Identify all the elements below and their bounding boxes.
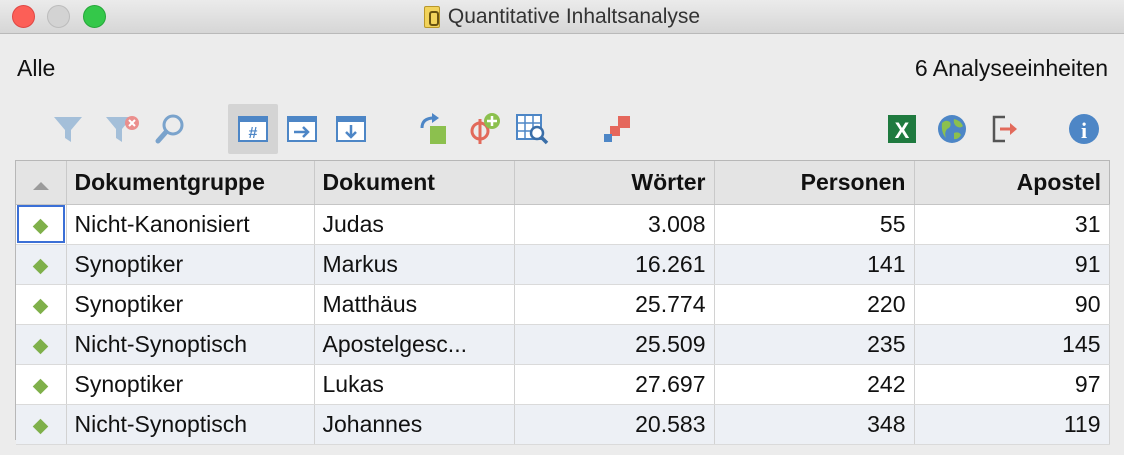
cell-dokumentgruppe[interactable]: Nicht-Synoptisch <box>66 404 315 445</box>
table-row[interactable]: Synoptiker Markus 16.261 141 91 <box>16 244 1110 285</box>
diamond-icon <box>32 418 49 434</box>
cell-dokument[interactable]: Johannes <box>314 404 515 445</box>
diamond-icon <box>32 258 49 274</box>
sort-up-icon <box>32 181 49 190</box>
cell-apostel[interactable]: 97 <box>914 364 1110 405</box>
row-marker[interactable] <box>16 364 67 405</box>
diamond-icon <box>32 338 49 354</box>
table-row[interactable]: Nicht-Synoptisch Apostelgesc... 25.509 2… <box>16 324 1110 365</box>
cell-apostel[interactable]: 145 <box>914 324 1110 365</box>
diamond-icon <box>32 298 49 314</box>
excel-export-button[interactable]: X <box>877 104 927 154</box>
diamond-icon <box>32 218 49 234</box>
cell-woerter[interactable]: 16.261 <box>514 244 715 285</box>
row-marker[interactable] <box>16 404 67 445</box>
data-table: Dokumentgruppe Dokument Wörter Personen … <box>16 161 1110 445</box>
add-code-icon <box>470 113 500 144</box>
cell-personen[interactable]: 235 <box>714 324 915 365</box>
cell-personen[interactable]: 55 <box>714 204 915 245</box>
export-down-button[interactable] <box>326 104 376 154</box>
export-right-icon <box>287 116 317 142</box>
table-row[interactable]: Synoptiker Lukas 27.697 242 97 <box>16 364 1110 405</box>
cell-personen[interactable]: 348 <box>714 404 915 445</box>
filter-icon <box>54 117 82 142</box>
column-header-dokumentgruppe[interactable]: Dokumentgruppe <box>66 161 315 205</box>
search-icon <box>155 114 184 144</box>
cell-personen[interactable]: 141 <box>714 244 915 285</box>
color-squares-icon <box>604 116 630 142</box>
transfer-icon <box>420 113 446 144</box>
cell-woerter[interactable]: 25.774 <box>514 284 715 325</box>
clear-filter-icon <box>106 116 139 142</box>
cell-woerter[interactable]: 27.697 <box>514 364 715 405</box>
sort-column-header[interactable] <box>16 161 67 205</box>
cell-dokument[interactable]: Judas <box>314 204 515 245</box>
filter-button[interactable] <box>43 104 93 154</box>
document-icon <box>423 6 440 28</box>
row-marker[interactable] <box>16 284 67 325</box>
cell-woerter[interactable]: 25.509 <box>514 324 715 365</box>
show-frequencies-button[interactable]: # <box>228 104 278 154</box>
color-squares-button[interactable] <box>592 104 642 154</box>
cell-personen[interactable]: 220 <box>714 284 915 325</box>
cell-woerter[interactable]: 3.008 <box>514 204 715 245</box>
cell-dokument[interactable]: Lukas <box>314 364 515 405</box>
title-bar[interactable]: Quantitative Inhaltsanalyse <box>0 0 1124 34</box>
window: Quantitative Inhaltsanalyse Alle 6 Analy… <box>0 0 1124 455</box>
row-marker[interactable] <box>16 244 67 285</box>
table-row[interactable]: Synoptiker Matthäus 25.774 220 90 <box>16 284 1110 325</box>
cell-dokumentgruppe[interactable]: Nicht-Synoptisch <box>66 324 315 365</box>
row-marker[interactable] <box>16 204 67 245</box>
filter-label: Alle <box>17 55 56 81</box>
globe-icon <box>938 115 966 143</box>
cell-dokumentgruppe[interactable]: Synoptiker <box>66 284 315 325</box>
hash-grid-icon: # <box>238 116 268 142</box>
info-button[interactable]: i <box>1059 104 1109 154</box>
cell-apostel[interactable]: 91 <box>914 244 1110 285</box>
results-table[interactable]: Dokumentgruppe Dokument Wörter Personen … <box>15 160 1110 445</box>
table-search-button[interactable] <box>507 104 557 154</box>
html-export-button[interactable] <box>927 104 977 154</box>
column-header-personen[interactable]: Personen <box>714 161 915 205</box>
export-right-button[interactable] <box>277 104 327 154</box>
add-code-button[interactable] <box>458 104 508 154</box>
table-header-row: Dokumentgruppe Dokument Wörter Personen … <box>16 161 1109 205</box>
info-glyph: i <box>1081 118 1087 143</box>
export-down-icon <box>336 116 366 142</box>
cell-apostel[interactable]: 90 <box>914 284 1110 325</box>
table-row[interactable]: Nicht-Kanonisiert Judas 3.008 55 31 <box>16 204 1110 245</box>
exit-icon <box>992 115 1017 143</box>
cell-apostel[interactable]: 119 <box>914 404 1110 445</box>
cell-dokument[interactable]: Matthäus <box>314 284 515 325</box>
cell-apostel[interactable]: 31 <box>914 204 1110 245</box>
cell-dokumentgruppe[interactable]: Nicht-Kanonisiert <box>66 204 315 245</box>
row-marker[interactable] <box>16 324 67 365</box>
column-header-dokument[interactable]: Dokument <box>314 161 515 205</box>
excel-icon: X <box>888 115 916 143</box>
info-icon: i <box>1069 114 1099 144</box>
cell-dokumentgruppe[interactable]: Synoptiker <box>66 364 315 405</box>
table-row[interactable]: Nicht-Synoptisch Johannes 20.583 348 119 <box>16 404 1110 445</box>
column-header-apostel[interactable]: Apostel <box>914 161 1109 205</box>
clear-filter-button[interactable] <box>97 104 147 154</box>
cell-personen[interactable]: 242 <box>714 364 915 405</box>
window-title: Quantitative Inhaltsanalyse <box>447 5 701 28</box>
cell-dokument[interactable]: Apostelgesc... <box>314 324 515 365</box>
title-group: Quantitative Inhaltsanalyse <box>0 0 1124 34</box>
diamond-icon <box>32 378 49 394</box>
excel-glyph: X <box>895 118 910 143</box>
cell-dokument[interactable]: Markus <box>314 244 515 285</box>
exit-button[interactable] <box>980 104 1030 154</box>
cell-woerter[interactable]: 20.583 <box>514 404 715 445</box>
table-search-icon <box>516 114 549 145</box>
hash-glyph: # <box>249 125 258 142</box>
unit-count-label: 6 Analyseeinheiten <box>914 55 1108 81</box>
cell-dokumentgruppe[interactable]: Synoptiker <box>66 244 315 285</box>
transfer-button[interactable] <box>408 104 458 154</box>
search-button[interactable] <box>145 104 195 154</box>
column-header-woerter[interactable]: Wörter <box>514 161 715 205</box>
